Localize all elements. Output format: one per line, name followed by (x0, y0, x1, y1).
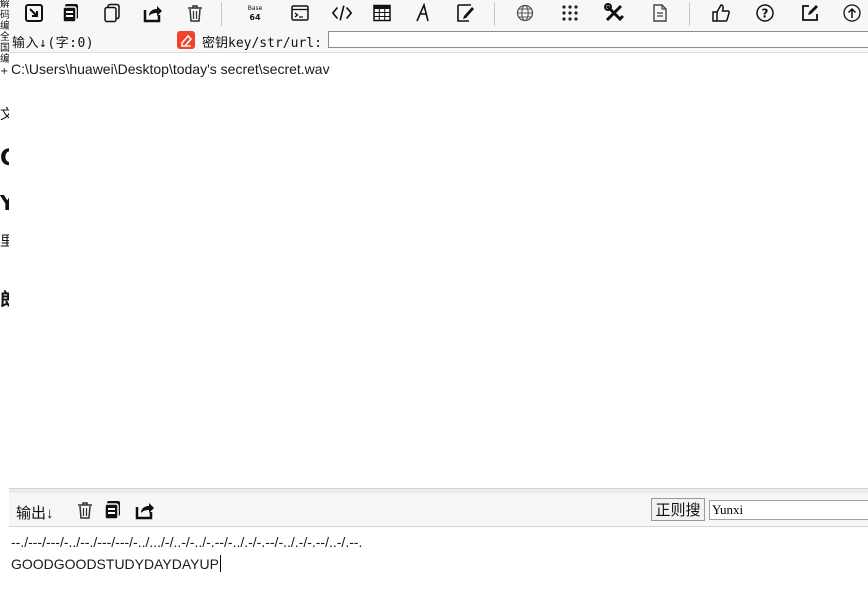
help-icon[interactable]: ? (754, 2, 776, 24)
share-icon[interactable] (142, 2, 164, 24)
text-caret (219, 555, 222, 572)
copy-outline-icon[interactable] (101, 2, 123, 24)
share-icon[interactable] (135, 500, 155, 520)
terminal-icon[interactable] (289, 2, 311, 24)
background-window-char: + (0, 66, 9, 77)
output-line-morse: --./---/---/-../--./---/---/-../.../-/..… (11, 534, 363, 550)
regex-search-button[interactable]: 正则搜 (651, 498, 705, 521)
thumbs-up-icon[interactable] (710, 2, 732, 24)
globe-icon[interactable] (514, 2, 536, 24)
input-text: C:\Users\huawei\Desktop\today's secret\s… (11, 61, 330, 77)
edit-icon[interactable] (799, 2, 821, 24)
table-icon[interactable] (371, 2, 393, 24)
trash-icon[interactable] (75, 500, 95, 520)
grid-icon[interactable] (559, 2, 581, 24)
regex-input[interactable] (709, 500, 868, 520)
input-label: 输入↓(字:0) (12, 36, 95, 51)
svg-text:64: 64 (249, 13, 261, 22)
output-line-decoded: GOODGOODSTUDYDAYDAYUP (11, 555, 222, 572)
toolbar-separator (494, 2, 495, 26)
copy-icon[interactable] (103, 500, 123, 520)
tools-icon[interactable] (603, 2, 625, 24)
output-text-decoded: GOODGOODSTUDYDAYDAYUP (11, 556, 219, 572)
font-icon[interactable] (412, 2, 434, 24)
input-bar: 输入↓(字:0) 密钥key/str/url: (9, 28, 868, 53)
eraser-icon[interactable] (177, 31, 195, 49)
svg-text:Base: Base (248, 5, 263, 12)
output-label: 输出↓ (16, 505, 54, 522)
input-textarea[interactable]: C:\Users\huawei\Desktop\today's secret\s… (9, 53, 868, 490)
document-icon[interactable] (649, 2, 671, 24)
svg-text:?: ? (762, 7, 769, 21)
toolbar-separator (689, 2, 690, 26)
import-icon[interactable] (23, 2, 45, 24)
tool-window: Base 64 ? 输入↓(字:0) 密钥key/str/url: C:\Use… (9, 0, 868, 599)
toolbar-separator (221, 2, 222, 26)
key-input[interactable] (328, 31, 868, 48)
upload-icon[interactable] (841, 2, 863, 24)
output-textarea[interactable]: --./---/---/-../--./---/---/-../.../-/..… (9, 527, 868, 599)
base64-icon[interactable]: Base 64 (244, 2, 266, 24)
highlight-icon[interactable] (454, 2, 476, 24)
toolbar: Base 64 ? (9, 0, 868, 28)
key-label: 密钥key/str/url: (202, 36, 322, 51)
trash-icon[interactable] (184, 2, 206, 24)
copy-icon[interactable] (60, 2, 82, 24)
code-icon[interactable] (331, 2, 353, 24)
output-bar: 输出↓ 正则搜 (9, 493, 868, 527)
